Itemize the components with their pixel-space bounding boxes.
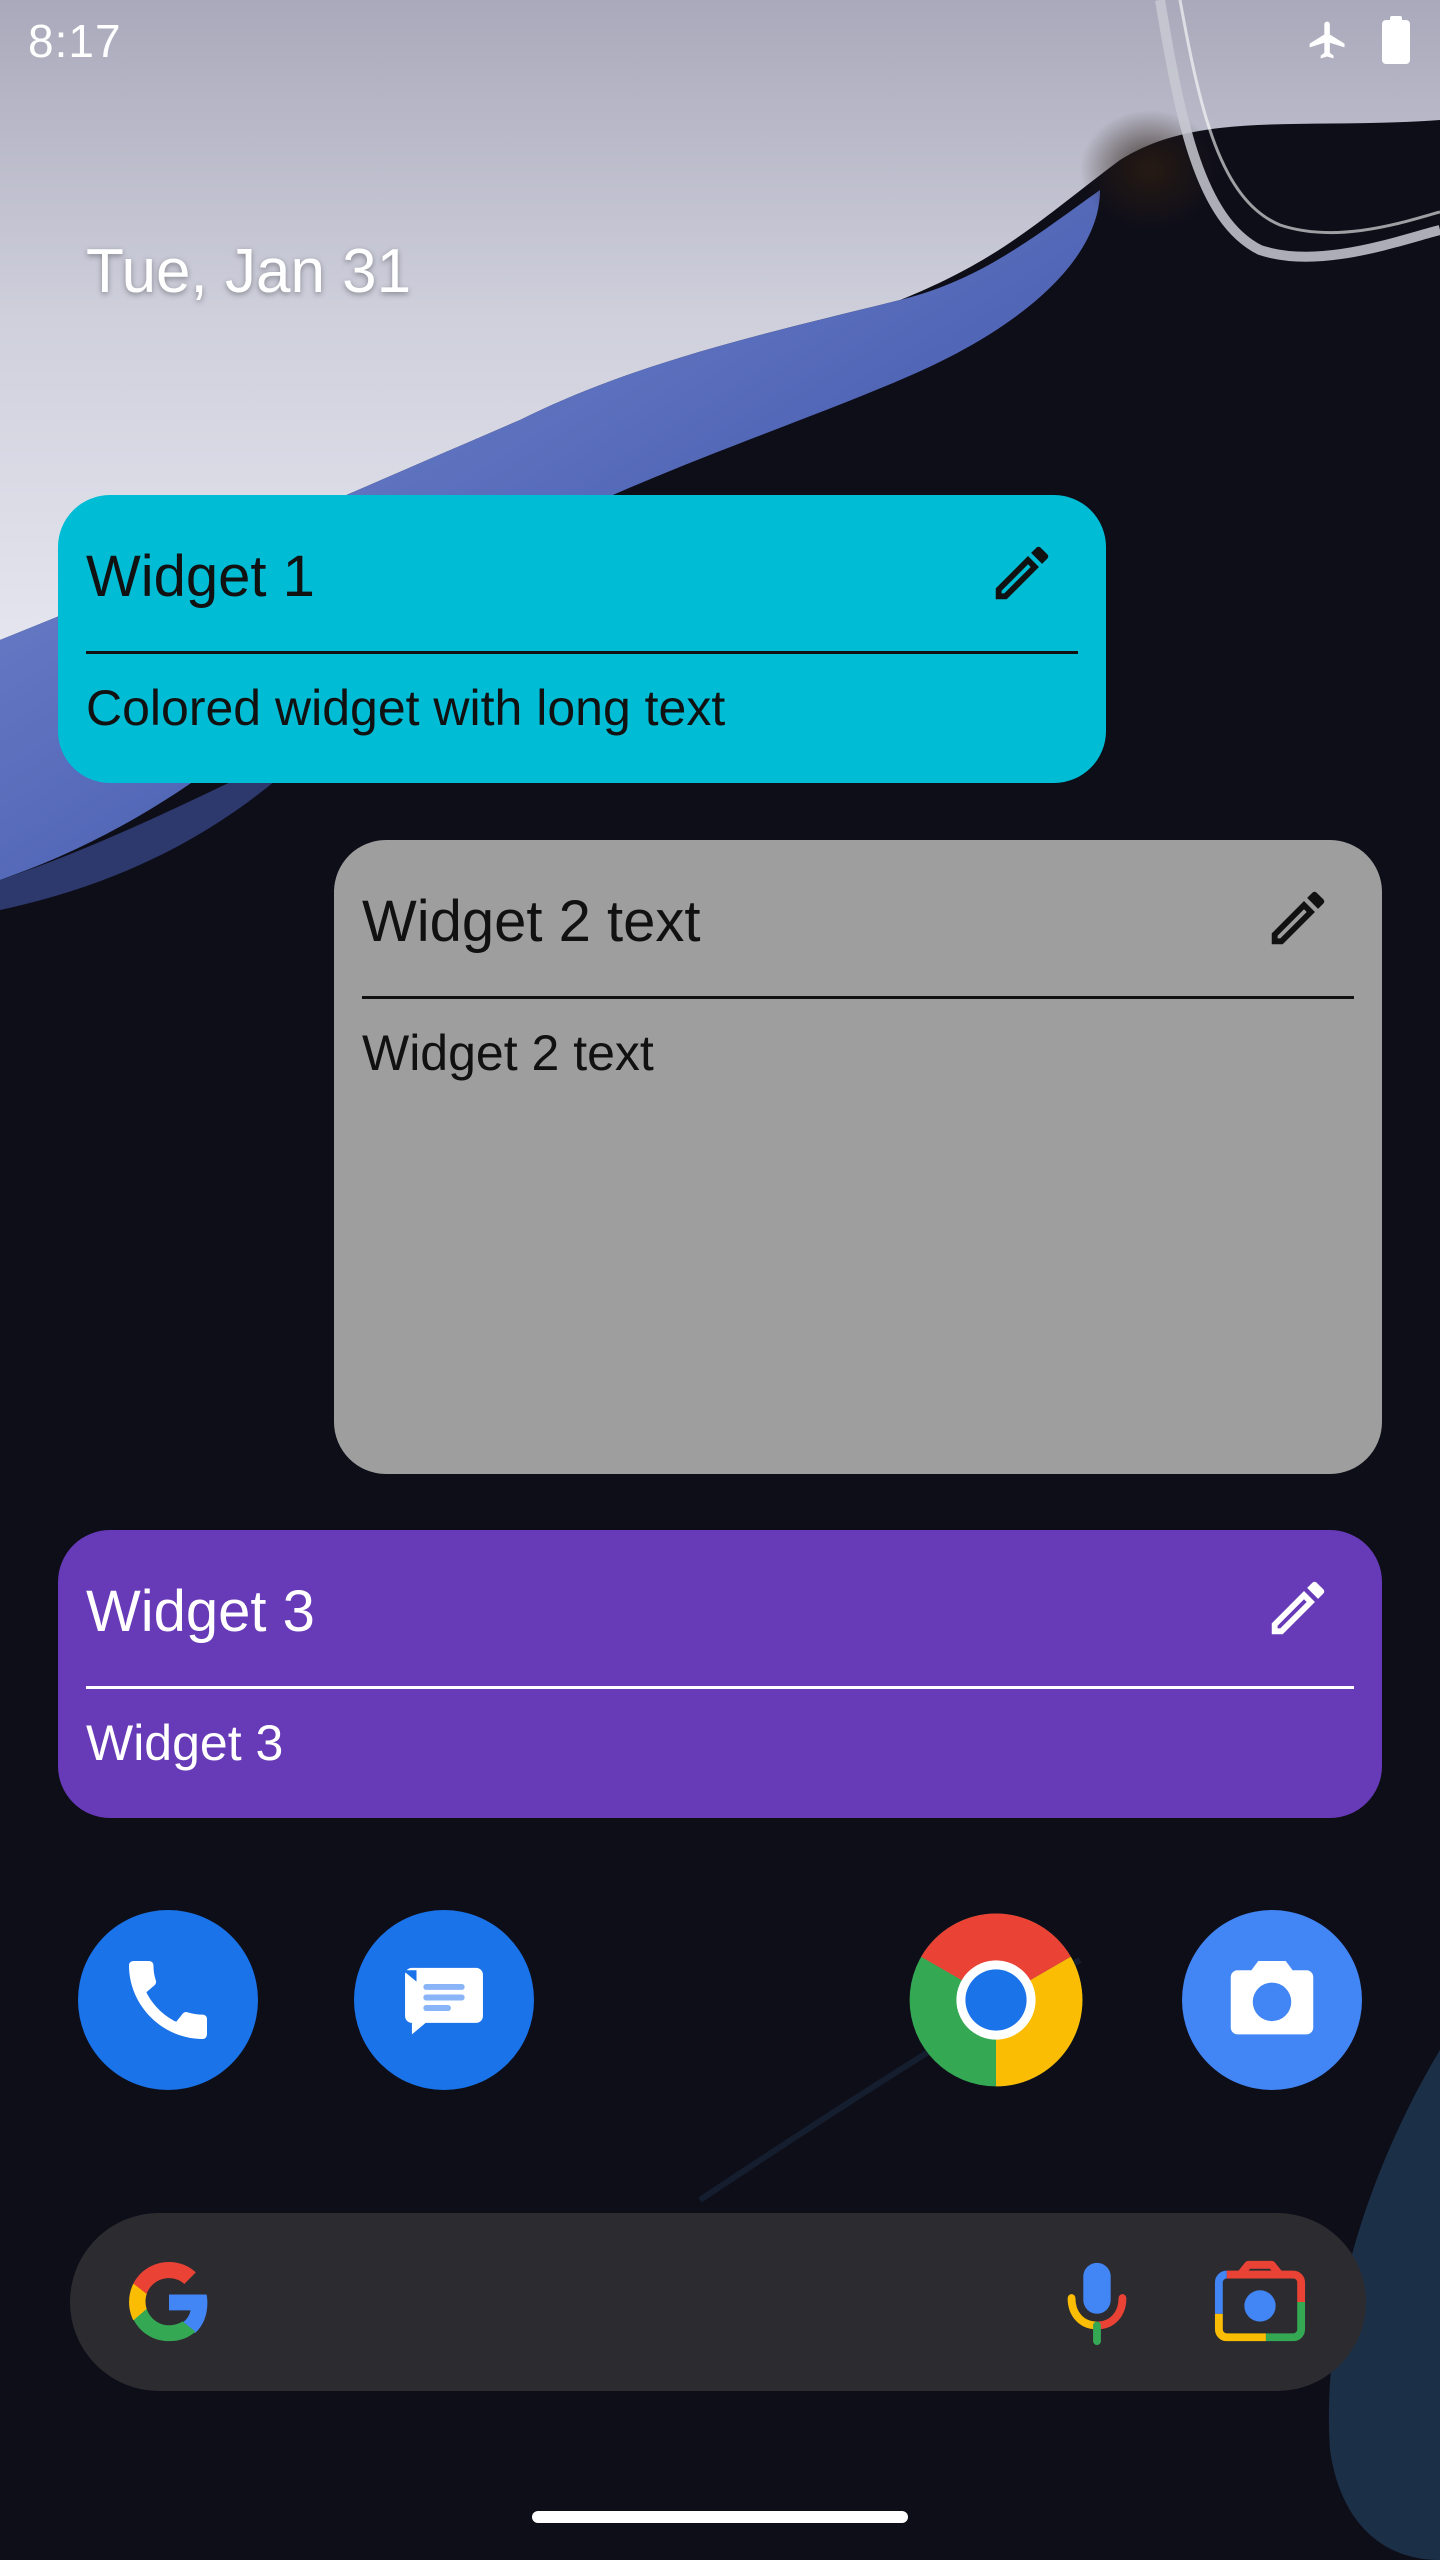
widget-2[interactable]: Widget 2 text Widget 2 text (334, 840, 1382, 1474)
widget-title: Widget 3 (86, 1579, 315, 1644)
pencil-icon (995, 546, 1049, 600)
widget-title: Widget 2 text (362, 889, 701, 954)
widget-1[interactable]: Widget 1 Colored widget with long text (58, 495, 1106, 783)
google-search-bar[interactable] (70, 2213, 1366, 2391)
google-lens-icon[interactable] (1210, 2255, 1310, 2349)
google-g-icon[interactable] (122, 2255, 216, 2349)
app-dock (0, 1910, 1440, 2090)
status-bar: 8:17 (0, 0, 1440, 84)
chrome-app-button[interactable] (906, 1910, 1086, 2090)
widget-edit-button[interactable] (1262, 1572, 1334, 1644)
phone-app-button[interactable] (78, 1910, 258, 2090)
widget-header: Widget 3 (86, 1572, 1354, 1644)
widget-3[interactable]: Widget 3 Widget 3 (58, 1530, 1382, 1818)
battery-full-icon (1380, 16, 1412, 69)
date-display[interactable]: Tue, Jan 31 (86, 236, 411, 307)
home-screen: 8:17 Tue, Jan 31 Widget 1 Colored widget… (0, 0, 1440, 2560)
widget-body-text: Widget 2 text (362, 1025, 654, 1081)
widget-body-text: Widget 3 (86, 1715, 284, 1771)
widget-title: Widget 1 (86, 544, 315, 609)
camera-app-button[interactable] (1182, 1910, 1362, 2090)
widget-body-text: Colored widget with long text (86, 680, 726, 736)
widget-divider (362, 996, 1354, 999)
widget-divider (86, 1686, 1354, 1689)
widget-edit-button[interactable] (1262, 882, 1334, 954)
status-icons (1306, 16, 1412, 69)
widget-divider (86, 651, 1078, 654)
pencil-icon (1271, 1581, 1325, 1635)
airplane-mode-icon (1306, 18, 1350, 67)
chrome-icon (909, 1913, 1083, 2087)
pencil-icon (1271, 891, 1325, 945)
messages-icon (402, 1967, 483, 2035)
microphone-icon[interactable] (1050, 2255, 1144, 2349)
widget-edit-button[interactable] (986, 537, 1058, 609)
messages-app-button[interactable] (354, 1910, 534, 2090)
status-time: 8:17 (28, 15, 122, 67)
phone-icon (129, 1961, 207, 2039)
gesture-nav-handle[interactable] (532, 2511, 908, 2523)
camera-icon (1230, 1961, 1314, 2035)
widget-header: Widget 2 text (362, 882, 1354, 954)
widget-header: Widget 1 (86, 537, 1078, 609)
